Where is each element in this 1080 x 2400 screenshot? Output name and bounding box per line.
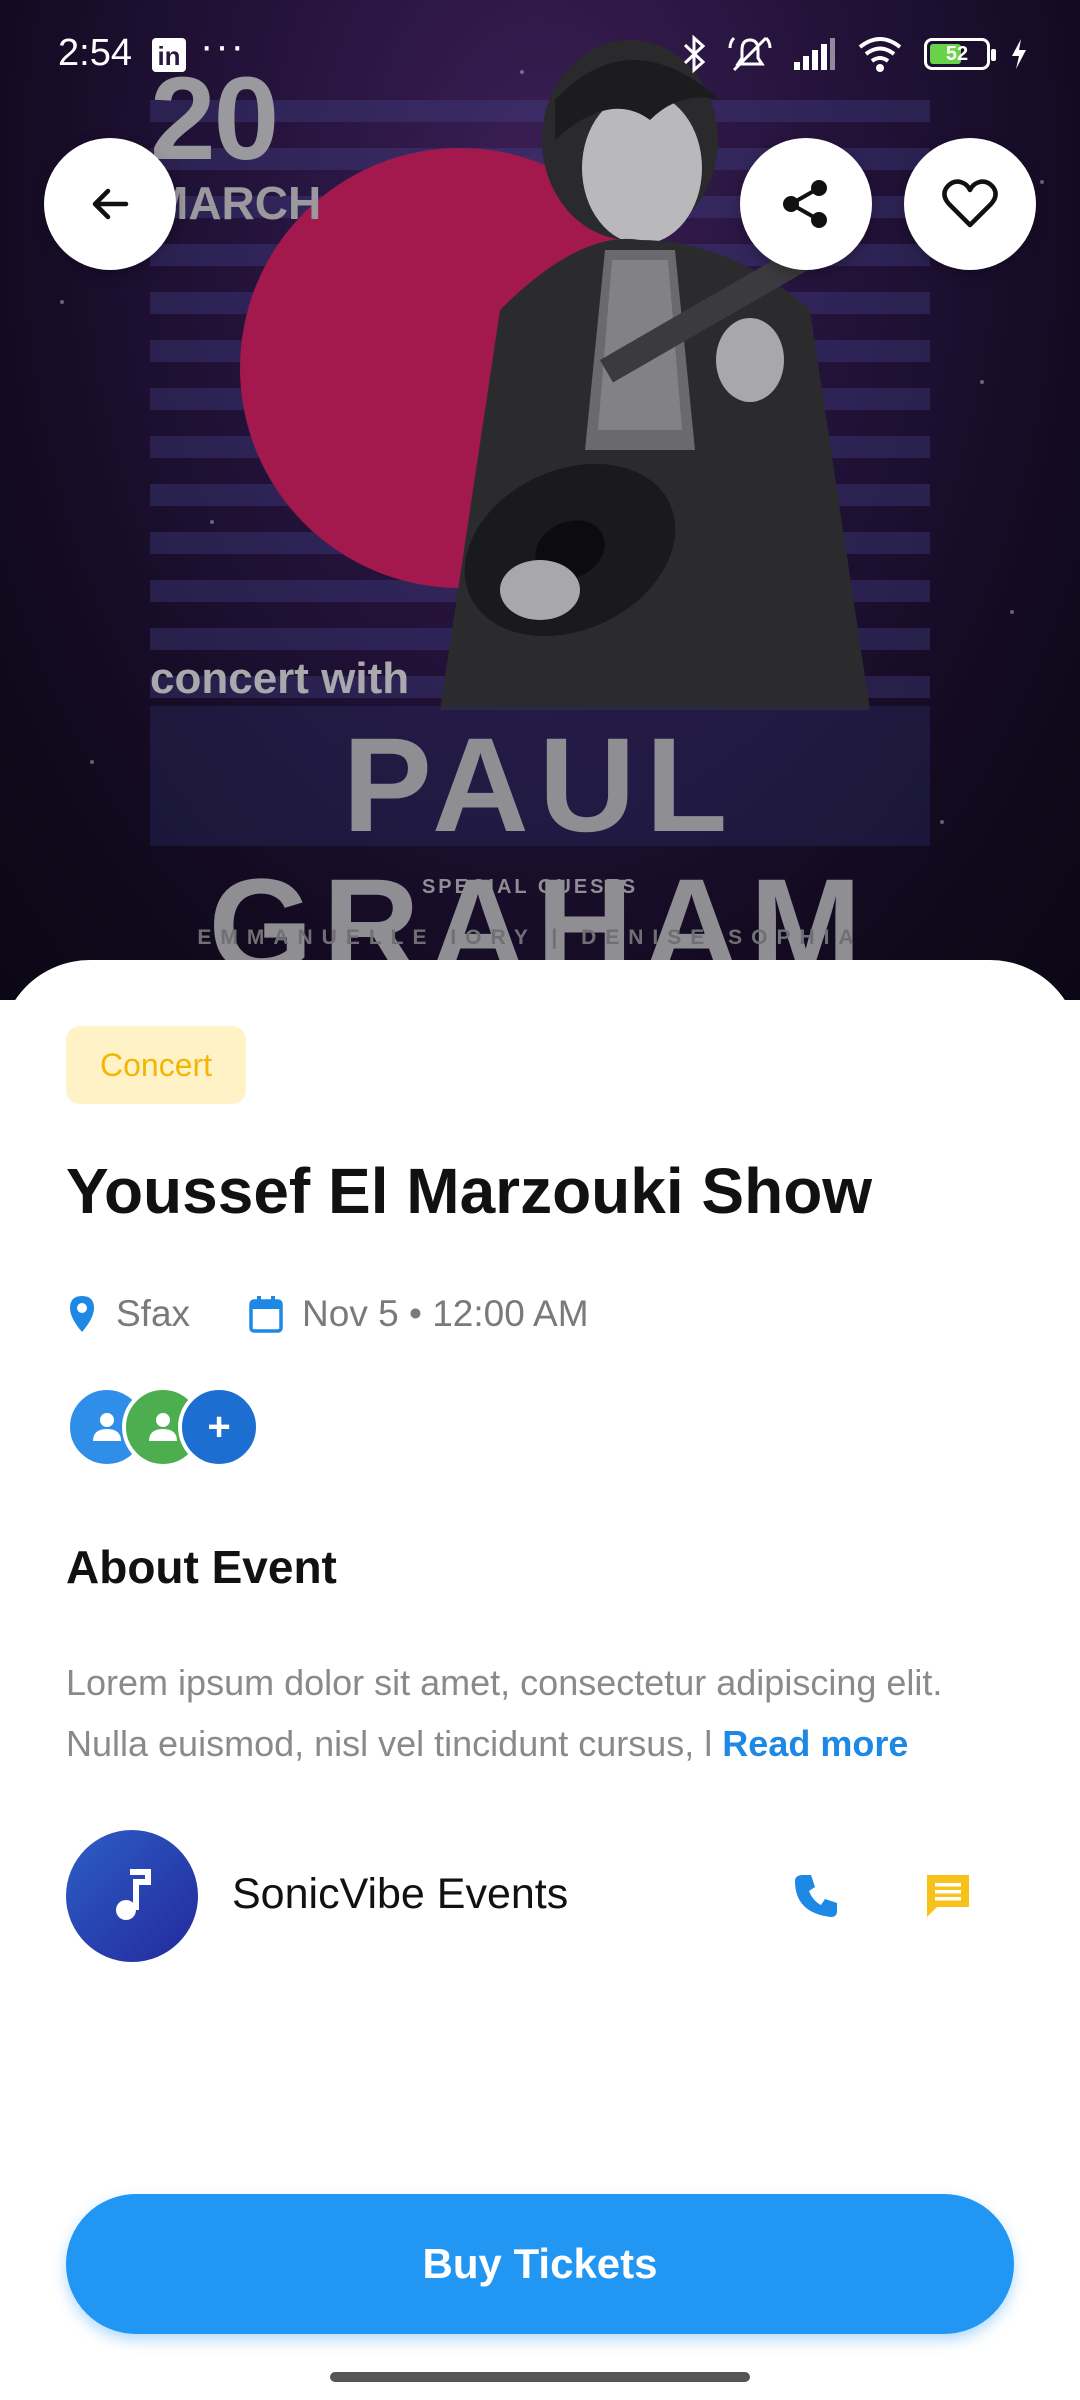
battery-icon: 52 [924,38,996,70]
favorite-button[interactable] [904,138,1036,270]
battery-level: 52 [945,43,969,65]
call-organizer-button[interactable] [784,1864,848,1928]
phone-icon [795,1875,837,1917]
poster-guests: EMMANUELLE IORY | DENISE SOPHIA [197,926,863,949]
location-pin-icon [66,1294,98,1334]
wifi-icon [858,37,902,72]
person-icon [93,1413,121,1441]
more-attendees-button[interactable]: + [178,1386,260,1468]
poster-headliner: PAUL GRAHAM [208,711,872,1000]
message-organizer-button[interactable] [916,1864,980,1928]
poster-guests-label: SPECIAL GUESTS [421,876,639,898]
back-button[interactable] [44,138,176,270]
poster-subtitle: concert with [150,654,410,703]
read-more-link[interactable]: Read more [722,1723,908,1764]
status-time: 2:54 [58,32,132,74]
event-poster: 20 MARCH concert with PAUL GRAHAM SPECIA… [0,0,1080,1000]
signal-icon [794,38,835,70]
about-description: Lorem ipsum dolor sit amet, consectetur … [66,1652,1026,1774]
organizer-avatar[interactable] [66,1830,198,1962]
bluetooth-icon [683,34,706,74]
event-meta: Sfax Nov 5 • 12:00 AM [66,1286,589,1342]
buy-tickets-button[interactable]: Buy Tickets [66,2194,1014,2334]
heart-outline-icon [942,179,998,228]
silent-mode-icon [728,36,772,72]
home-indicator[interactable] [330,2372,750,2382]
linkedin-icon: in [152,38,186,72]
event-location: Sfax [116,1293,191,1334]
organizer-name[interactable]: SonicVibe Events [232,1870,568,1919]
charging-icon [1012,39,1026,69]
status-bar: 2:54 in ··· 52 [0,0,1080,108]
person-icon [149,1413,177,1441]
calendar-icon [248,1294,284,1334]
share-button[interactable] [740,138,872,270]
category-badge: Concert [66,1026,247,1104]
about-heading: About Event [66,1541,337,1593]
attendee-avatars[interactable]: + [66,1386,266,1470]
performer-image [440,40,870,710]
arrow-left-icon [92,188,129,220]
chat-icon [927,1875,969,1917]
music-note-icon [116,1869,151,1920]
event-datetime: Nov 5 • 12:00 AM [302,1293,589,1334]
share-icon [783,180,827,228]
status-icons: 52 [682,30,1028,78]
event-title: Youssef El Marzouki Show [66,1155,873,1227]
more-notifications-icon: ··· [200,24,246,68]
